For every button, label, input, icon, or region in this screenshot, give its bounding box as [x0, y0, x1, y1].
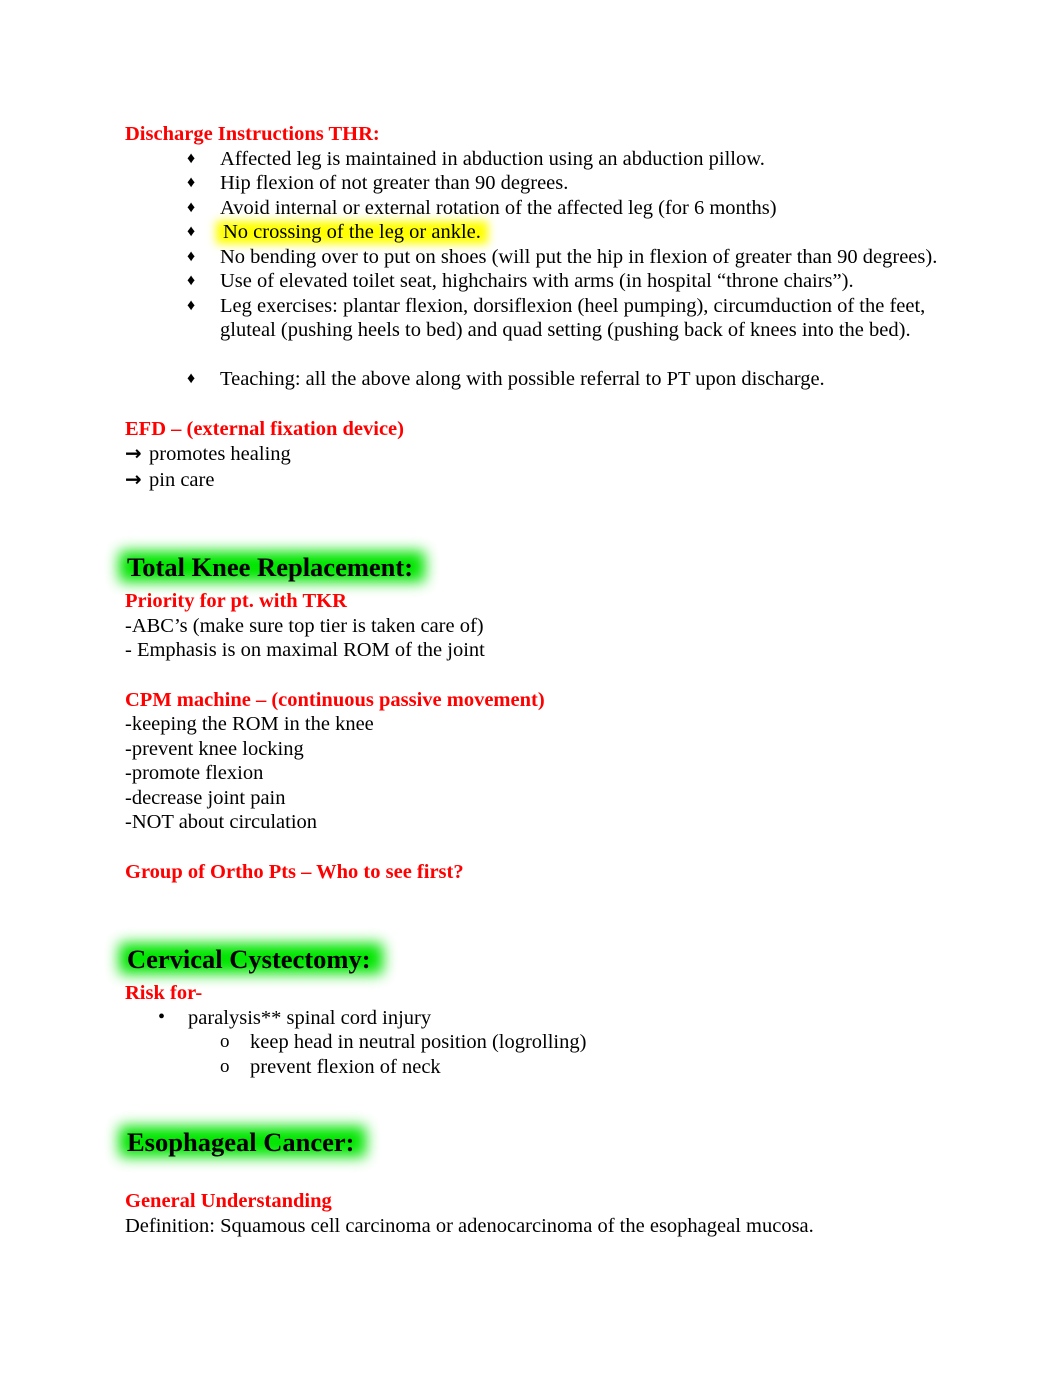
- heading-group-of-ortho-pts: Group of Ortho Pts – Who to see first?: [125, 860, 464, 883]
- thr-bullet-list: ♦ Affected leg is maintained in abductio…: [125, 147, 985, 392]
- sub-list-item: o prevent flexion of neck: [125, 1055, 985, 1080]
- document-body: Discharge Instructions THR: ♦ Affected l…: [125, 122, 985, 1238]
- document-page: Discharge Instructions THR: ♦ Affected l…: [0, 0, 1062, 1376]
- list-item-text-yellow-highlight: No crossing of the leg or ankle.: [220, 220, 484, 245]
- list-item: ♦ No bending over to put on shoes (will …: [125, 245, 985, 270]
- sub-list-item-text: keep head in neutral position (logrollin…: [250, 1031, 587, 1053]
- diamond-bullet-icon: ♦: [187, 149, 196, 167]
- list-item: ♦ Use of elevated toilet seat, highchair…: [125, 269, 985, 294]
- list-item-text: Leg exercises: plantar flexion, dorsifle…: [220, 294, 926, 342]
- list-item-text: Affected leg is maintained in abduction …: [220, 147, 765, 170]
- diamond-bullet-icon: ♦: [187, 370, 196, 387]
- diamond-bullet-icon: ♦: [187, 247, 196, 265]
- esophageal-definition: Definition: Squamous cell carcinoma or a…: [125, 1214, 814, 1237]
- circle-o-bullet-icon: o: [220, 1031, 230, 1052]
- diamond-bullet-icon: ♦: [187, 296, 196, 314]
- diamond-bullet-icon: ♦: [187, 198, 196, 216]
- list-item-text: Avoid internal or external rotation of t…: [220, 196, 777, 219]
- heading-cpm-machine: CPM machine – (continuous passive moveme…: [125, 688, 545, 711]
- list-item-text: Use of elevated toilet seat, highchairs …: [220, 270, 854, 292]
- heading-cervical-cystectomy-wrap: Cervical Cystectomy:: [125, 942, 985, 981]
- list-item: ♦ Affected leg is maintained in abductio…: [125, 147, 985, 172]
- diamond-bullet-icon: ♦: [187, 272, 196, 289]
- list-item-highlighted: ♦ No crossing of the leg or ankle.: [125, 220, 985, 245]
- subheading-priority-tkr: Priority for pt. with TKR: [125, 590, 347, 612]
- list-item-text: Teaching: all the above along with possi…: [220, 368, 825, 390]
- heading-total-knee-replacement-wrap: Total Knee Replacement:: [125, 550, 985, 589]
- list-item: ♦ Hip flexion of not greater than 90 deg…: [125, 171, 985, 196]
- list-item: ♦ Leg exercises: plantar flexion, dorsif…: [125, 294, 985, 343]
- list-item-text: paralysis** spinal cord injury: [188, 1006, 432, 1029]
- efd-line-1: → promotes healing: [125, 441, 985, 467]
- sub-list-item: o keep head in neutral position (logroll…: [125, 1030, 985, 1055]
- subheading-general-understanding: General Understanding: [125, 1190, 332, 1212]
- tkr-line-1: -ABC’s (make sure top tier is taken care…: [125, 614, 484, 637]
- arrow-right-icon: →: [125, 441, 142, 465]
- diamond-bullet-icon: ♦: [187, 174, 196, 191]
- heading-efd: EFD – (external fixation device): [125, 417, 404, 440]
- heading-esophageal-cancer-wrap: Esophageal Cancer:: [125, 1125, 985, 1164]
- list-item: • paralysis** spinal cord injury: [125, 1006, 985, 1031]
- cervical-bullet-list: • paralysis** spinal cord injury o keep …: [125, 1006, 985, 1080]
- efd-line-2-text: pin care: [149, 468, 215, 491]
- heading-cervical-cystectomy: Cervical Cystectomy:: [125, 942, 377, 976]
- list-item: ♦ Avoid internal or external rotation of…: [125, 196, 985, 221]
- cpm-line-5: -NOT about circulation: [125, 811, 318, 833]
- tkr-line-2: - Emphasis is on maximal ROM of the join…: [125, 639, 485, 661]
- cpm-line-4: -decrease joint pain: [125, 786, 286, 809]
- heading-esophageal-cancer: Esophageal Cancer:: [125, 1125, 360, 1159]
- list-item-teaching: ♦ Teaching: all the above along with pos…: [125, 367, 985, 392]
- cpm-line-1: -keeping the ROM in the knee: [125, 713, 374, 735]
- sub-list-item-text: prevent flexion of neck: [250, 1055, 441, 1078]
- circle-o-bullet-icon: o: [220, 1055, 230, 1077]
- cpm-line-2: -prevent knee locking: [125, 737, 304, 760]
- round-bullet-icon: •: [158, 1005, 166, 1028]
- cpm-line-3: -promote flexion: [125, 762, 264, 784]
- subheading-risk-for: Risk for-: [125, 982, 203, 1004]
- efd-line-2: → pin care: [125, 467, 985, 493]
- heading-total-knee-replacement: Total Knee Replacement:: [125, 550, 419, 584]
- arrow-right-icon: →: [125, 466, 142, 491]
- list-spacer: [125, 343, 985, 368]
- efd-line-1-text: promotes healing: [149, 443, 291, 465]
- heading-discharge-instructions-thr: Discharge Instructions THR:: [125, 123, 380, 145]
- list-item-text: Hip flexion of not greater than 90 degre…: [220, 172, 569, 194]
- list-item-text: No bending over to put on shoes (will pu…: [220, 245, 938, 268]
- diamond-bullet-icon: ♦: [187, 223, 196, 240]
